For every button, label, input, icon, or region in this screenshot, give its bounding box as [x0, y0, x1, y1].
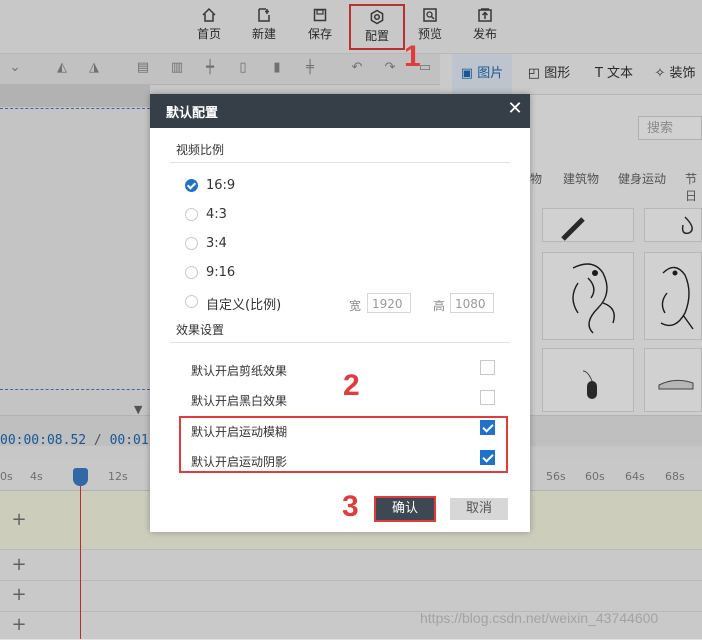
dialog-header: 默认配置 ✕: [150, 94, 530, 128]
annotation-number: 2: [343, 369, 360, 402]
confirm-button[interactable]: 确认: [374, 496, 436, 522]
radio-label: 3:4: [206, 236, 227, 251]
effects-heading: 效果设置: [176, 323, 225, 337]
height-label: 高: [433, 299, 446, 313]
radio-3-4[interactable]: [185, 237, 198, 250]
effect-label: 默认开启黑白效果: [191, 394, 288, 408]
watermark: https://blog.csdn.net/weixin_43744600: [420, 610, 659, 626]
radio-16-9[interactable]: [185, 179, 198, 192]
width-input[interactable]: 1920: [367, 293, 411, 313]
divider: [170, 162, 510, 163]
radio-label: 4:3: [206, 207, 227, 222]
cancel-button[interactable]: 取消: [450, 498, 508, 520]
radio-custom[interactable]: [185, 295, 198, 308]
video-ratio-heading: 视频比例: [176, 143, 225, 157]
radio-4-3[interactable]: [185, 208, 198, 221]
radio-label: 16:9: [206, 178, 236, 193]
papercut-checkbox[interactable]: [480, 360, 495, 375]
dialog-title: 默认配置: [166, 106, 219, 121]
effect-label: 默认开启运动阴影: [191, 455, 288, 469]
annotation-number: 1: [404, 40, 421, 73]
default-config-dialog: 默认配置 ✕ 视频比例 16:9 4:3 3:4 9:16 自定义(比例) 宽 …: [150, 94, 530, 532]
motion-blur-checkbox[interactable]: [480, 420, 495, 435]
close-icon[interactable]: ✕: [506, 99, 524, 119]
radio-9-16[interactable]: [185, 266, 198, 279]
radio-label: 自定义(比例): [206, 298, 282, 313]
divider: [170, 342, 510, 343]
grayscale-checkbox[interactable]: [480, 390, 495, 405]
height-input[interactable]: 1080: [450, 293, 494, 313]
effect-label: 默认开启运动模糊: [191, 425, 288, 439]
motion-shadow-checkbox[interactable]: [480, 450, 495, 465]
width-label: 宽: [349, 299, 362, 313]
effect-label: 默认开启剪纸效果: [191, 364, 288, 378]
annotation-number: 3: [342, 490, 359, 523]
radio-label: 9:16: [206, 265, 236, 280]
